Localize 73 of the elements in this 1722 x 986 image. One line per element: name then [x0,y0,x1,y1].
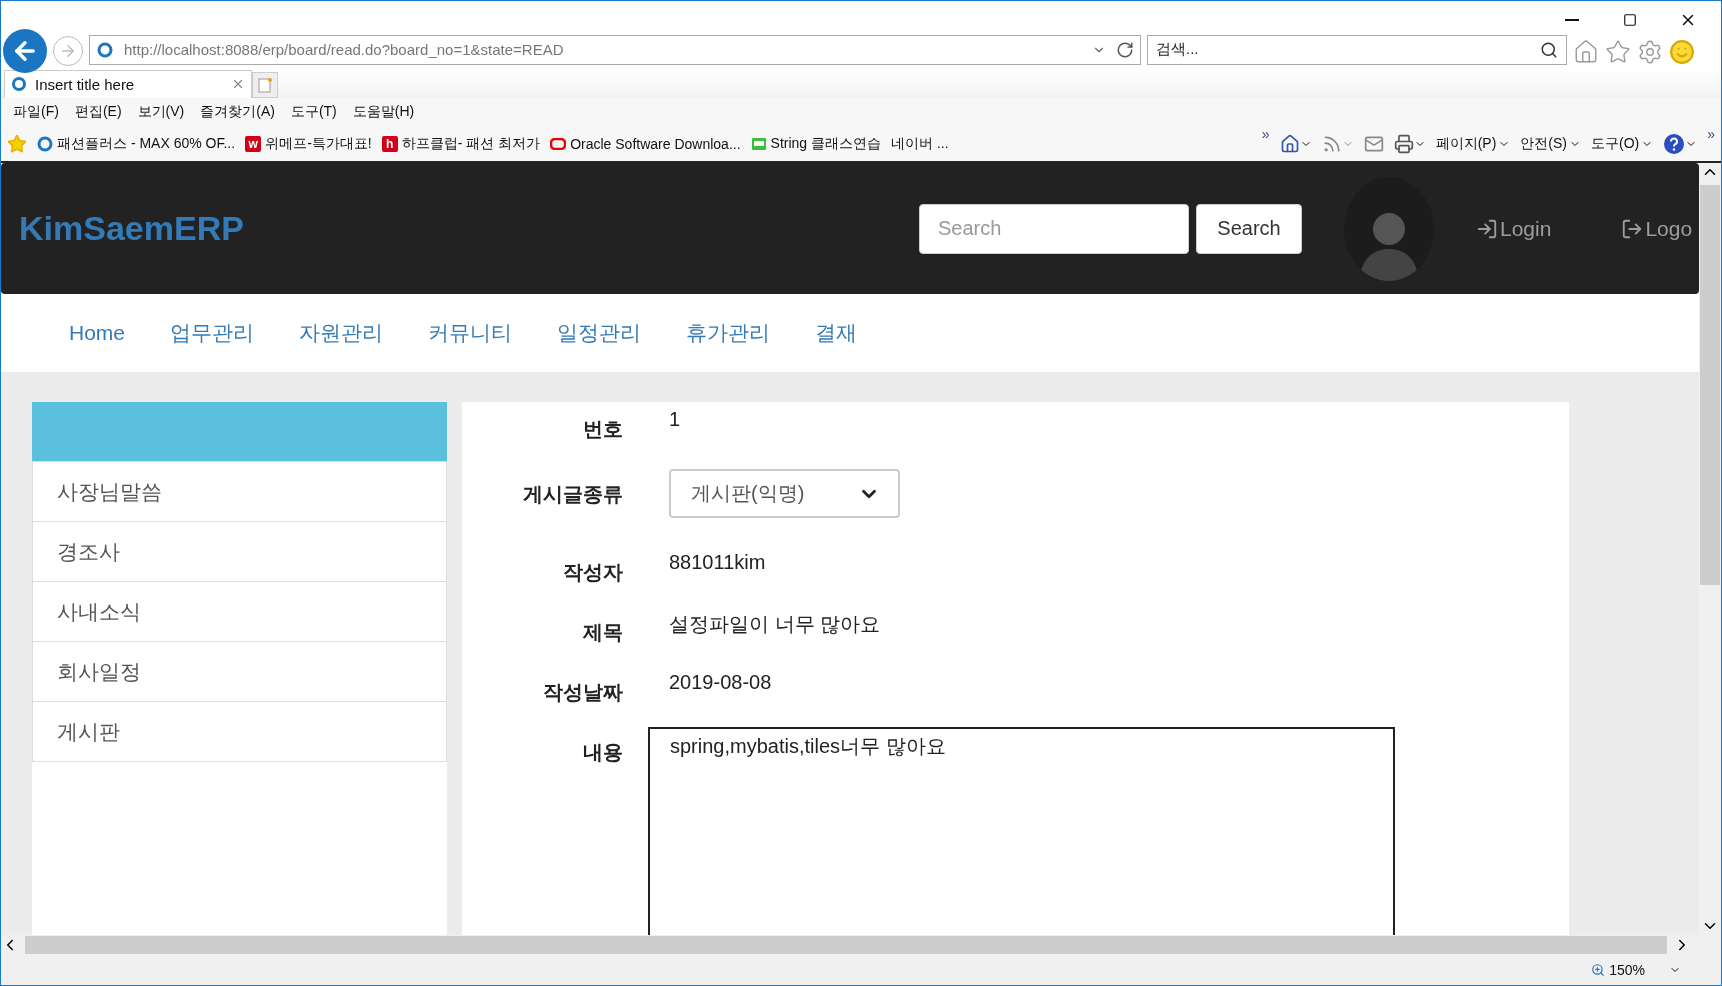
field-label: 제목 [582,620,623,646]
browser-tab[interactable]: Insert title here [4,69,252,98]
logout-icon [1621,217,1644,240]
nav-link[interactable]: 자원관리 [283,319,400,348]
login-link[interactable]: Login [1476,216,1552,241]
sidebar-item[interactable]: 사내소식 [32,581,447,643]
menu-item[interactable]: 즐겨찾기(A) [192,102,283,121]
field-label: 작성자 [562,560,623,586]
address-bar[interactable]: http://localhost:8088/erp/board/read.do?board_no=1&state=READ [89,34,1141,65]
tab-title: Insert title here [35,75,136,93]
logout-link[interactable]: Logo [1621,216,1693,241]
nav-link[interactable]: 커뮤니티 [412,319,529,348]
home-icon[interactable] [1279,133,1312,154]
field-value: 설정파일이 너무 많아요 [669,612,881,638]
horizontal-scrollbar[interactable] [1,935,1721,956]
menu-item[interactable]: 도구(T) [282,102,345,121]
field-label: 게시글종류 [522,482,623,508]
login-icon [1476,217,1498,240]
new-tab-button[interactable] [252,71,278,98]
favorites-star-icon[interactable] [7,133,27,154]
menu-item[interactable]: 도움말(H) [344,102,423,121]
field-value: 2019-08-08 [669,670,772,696]
favorite-link[interactable]: w 위메프-특가대표! [245,134,372,153]
field-label: 내용 [582,740,623,766]
back-button[interactable] [3,28,47,73]
nav-link[interactable]: Home [53,321,142,346]
command-menu[interactable]: 안전(S) [1520,134,1581,153]
settings-icon[interactable] [1637,38,1663,65]
nav-link[interactable]: 결재 [799,319,874,348]
favorite-link[interactable]: 네이버 ... [891,134,949,153]
sidebar-item[interactable]: 경조사 [32,521,447,583]
nav-link[interactable]: 휴가관리 [670,319,787,348]
more-chevron[interactable]: » [1261,126,1270,143]
sidebar-item[interactable]: 게시판 [32,701,447,763]
sidebar-item[interactable]: 회사일정 [32,641,447,703]
favorite-link[interactable]: 패션플러스 - MAX 60% OF... [37,134,236,153]
more-chevron[interactable]: » [1707,126,1715,143]
favorite-link[interactable]: h 하프클럽- 패션 최저가 [381,134,541,153]
sidebar-item[interactable]: 사장님말씀 [32,461,447,523]
new-page-icon [258,76,272,93]
star-icon[interactable] [1605,38,1631,65]
zoom-level[interactable]: 150% [1609,962,1645,979]
refresh-icon[interactable] [1116,40,1134,59]
search-field[interactable]: 검색... [1147,34,1567,65]
smiley-icon[interactable] [1669,38,1695,65]
field-label: 번호 [582,417,623,443]
nav-link[interactable]: 일정관리 [541,319,658,348]
favorite-link[interactable]: String 클래스연습 [750,134,882,153]
field-value: 1 [669,407,681,433]
help-icon[interactable] [1663,132,1698,155]
home-icon[interactable] [1573,38,1599,65]
search-icon[interactable] [1540,40,1558,59]
command-menu[interactable]: 페이지(P) [1435,134,1511,153]
nav-link[interactable]: 업무관리 [154,319,271,348]
menu-item[interactable]: 파일(F) [5,102,67,121]
printer-icon[interactable] [1393,133,1426,154]
menu-item[interactable]: 편집(E) [66,102,130,121]
field-label: 작성날짜 [542,680,623,706]
site-icon [550,137,567,150]
favorite-link[interactable]: Oracle Software Downloa... [550,135,741,152]
vertical-scrollbar[interactable] [1699,163,1721,936]
search-button[interactable]: Search [1196,203,1302,254]
category-select[interactable]: 게시판(익명) [669,469,900,519]
site-icon: w [245,135,262,152]
menu-item[interactable]: 보기(V) [129,102,193,121]
site-icon: h [381,135,398,152]
field-value: 881011kim [669,550,766,576]
minimize-icon [1565,19,1579,21]
zoom-icon [1591,963,1606,978]
maximize-icon [1623,13,1637,27]
blog-icon [750,136,767,151]
search-input[interactable]: Search [919,203,1189,254]
command-menu[interactable]: 도구(O) [1591,134,1654,153]
